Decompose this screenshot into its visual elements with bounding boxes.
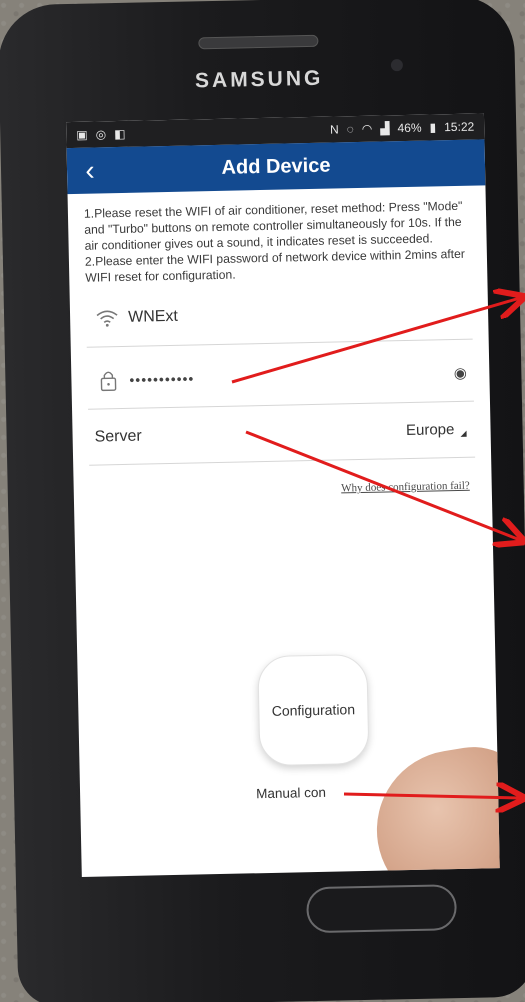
wifi-field[interactable]: WNExt [85,281,473,348]
dropdown-arrow-icon: ◢ [460,428,467,438]
show-password-eye-icon[interactable]: ◉ [447,363,473,382]
wifi-status-icon: ◠ [361,121,373,136]
vibrate-icon: ◌ [346,122,354,137]
app-bar: ‹ Add Device [66,139,486,195]
instruction-step-1: 1.Please reset the WIFI of air condition… [83,198,463,253]
password-value: ••••••••••• [129,369,195,388]
configuration-button[interactable]: Configuration [257,653,370,767]
instruction-step-2: 2.Please enter the WIFI password of netw… [84,246,466,285]
server-row: Server Europe ◢ [88,401,476,466]
back-button[interactable]: ‹ [67,147,114,194]
notification-icon: ▣ [76,127,88,142]
phone-body: SAMSUNG ▣ ◎ ◧ N ◌ ◠ ▟ 46% ▮ 15:22 ‹ Add … [0,0,525,1002]
finger-photo [365,738,500,877]
why-config-fail-link[interactable]: Why does configuration fail? [90,480,470,500]
page-title: Add Device [221,154,331,179]
battery-icon: ▮ [429,120,437,135]
manual-configuration-link[interactable]: Manual con [256,785,326,801]
battery-percent: 46% [397,120,422,136]
wifi-ssid-value: WNExt [127,307,179,326]
wifi-icon [86,308,128,327]
brand-logo: SAMSUNG [194,66,324,93]
lock-icon [87,368,129,391]
status-time: 15:22 [444,119,475,135]
main-content: 1.Please reset the WIFI of air condition… [68,197,492,500]
home-button [306,884,458,934]
phone-screen: ▣ ◎ ◧ N ◌ ◠ ▟ 46% ▮ 15:22 ‹ Add Device 1… [66,113,500,877]
signal-icon: ▟ [380,121,390,136]
server-label: Server [94,427,142,446]
front-camera [390,59,404,72]
password-field[interactable]: ••••••••••• ◉ [86,343,474,410]
camera-notification-icon: ◎ [95,127,107,142]
instructions-text: 1.Please reset the WIFI of air condition… [84,198,472,286]
nfc-icon: N [329,122,339,137]
download-notification-icon: ◧ [113,126,126,142]
server-selected-value: Europe [405,421,455,440]
server-dropdown[interactable]: Europe ◢ [406,421,475,439]
speaker-grille [198,34,319,50]
back-arrow-icon: ‹ [85,154,96,186]
